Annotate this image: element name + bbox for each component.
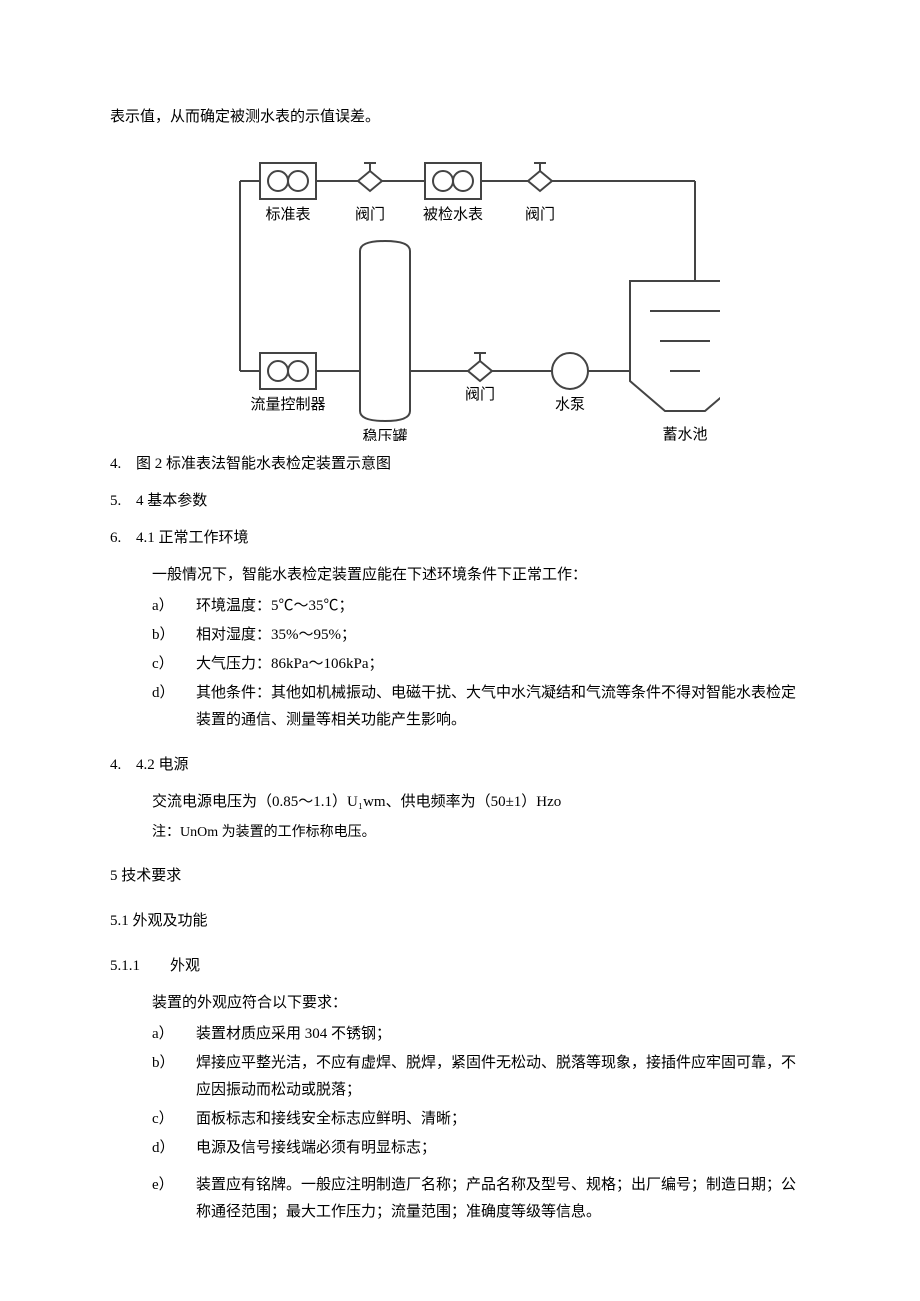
appearance-e-text: 装置应有铭牌。一般应注明制造厂名称；产品名称及型号、规格；出厂编号；制造日期；公… [196,1172,810,1226]
label-tested-meter: 被检水表 [423,206,483,223]
env-b: b） 相对湿度：35%～95%； [152,622,810,649]
appearance-a-marker: a） [152,1021,196,1048]
item-4: 4. 图 2 标准表法智能水表检定装置示意图 [110,451,810,478]
power-line: 交流电源电压为（0.85～1.1）U₁ᴡm、供电频率为（50±1）Hzo [152,789,810,816]
appearance-b-marker: b） [152,1050,196,1104]
label-pressure-tank: 稳压罐 [362,428,407,441]
appearance-sub-heading: 5.1.1 外观 [110,953,810,980]
env-a-marker: a） [152,593,196,620]
item-5-text: 4 基本参数 [136,488,207,515]
appearance-e: e） 装置应有铭牌。一般应注明制造厂名称；产品名称及型号、规格；出厂编号；制造日… [152,1172,810,1226]
appearance-c-marker: c） [152,1106,196,1133]
appearance-c-text: 面板标志和接线安全标志应鲜明、清晰； [196,1106,810,1133]
power-heading-text: 4.2 电源 [136,752,189,779]
item-5-num: 5. [110,488,136,515]
env-d-text: 其他条件：其他如机械振动、电磁干扰、大气中水汽凝结和气流等条件不得对智能水表检定… [196,680,810,734]
label-flow-controller: 流量控制器 [250,396,325,413]
power-note: 注：UnOm 为装置的工作标称电压。 [152,820,810,845]
tech-req-heading: 5 技术要求 [110,863,810,890]
env-a: a） 环境温度：5℃～35℃； [152,593,810,620]
appearance-c: c） 面板标志和接线安全标志应鲜明、清晰； [152,1106,810,1133]
appearance-a-text: 装置材质应采用 304 不锈钢； [196,1021,810,1048]
label-valve-3: 阀门 [465,386,495,403]
item-5: 5. 4 基本参数 [110,488,810,515]
item-6-num: 6. [110,525,136,552]
appearance-heading: 5.1 外观及功能 [110,908,810,935]
appearance-b-text: 焊接应平整光洁，不应有虚焊、脱焊，紧固件无松动、脱落等现象，接插件应牢固可靠，不… [196,1050,810,1104]
label-valve-2: 阀门 [525,206,555,223]
appearance-d: d） 电源及信号接线端必须有明显标志； [152,1135,810,1162]
appearance-e-marker: e） [152,1172,196,1226]
env-d: d） 其他条件：其他如机械振动、电磁干扰、大气中水汽凝结和气流等条件不得对智能水… [152,680,810,734]
env-a-text: 环境温度：5℃～35℃； [196,593,810,620]
env-b-text: 相对湿度：35%～95%； [196,622,810,649]
appearance-d-text: 电源及信号接线端必须有明显标志； [196,1135,810,1162]
env-b-marker: b） [152,622,196,649]
power-heading-num: 4. [110,752,136,779]
appearance-intro: 装置的外观应符合以下要求： [152,990,810,1017]
env-c-text: 大气压力：86kPa～106kPa； [196,651,810,678]
item-4-num: 4. [110,451,136,478]
label-reservoir: 蓄水池 [662,426,707,441]
power-heading: 4. 4.2 电源 [110,752,810,779]
env-d-marker: d） [152,680,196,734]
item-6-text: 4.1 正常工作环境 [136,525,249,552]
env-intro: 一般情况下，智能水表检定装置应能在下述环境条件下正常工作： [152,562,810,589]
env-c: c） 大气压力：86kPa～106kPa； [152,651,810,678]
label-pump: 水泵 [555,396,585,413]
env-c-marker: c） [152,651,196,678]
intro-text: 表示值，从而确定被测水表的示值误差。 [110,104,810,131]
appearance-a: a） 装置材质应采用 304 不锈钢； [152,1021,810,1048]
label-std-meter: 标准表 [265,206,310,223]
item-6: 6. 4.1 正常工作环境 [110,525,810,552]
appearance-d-marker: d） [152,1135,196,1162]
item-4-text: 图 2 标准表法智能水表检定装置示意图 [136,451,391,478]
label-valve-1: 阀门 [355,206,385,223]
appearance-b: b） 焊接应平整光洁，不应有虚焊、脱焊，紧固件无松动、脱落等现象，接插件应牢固可… [152,1050,810,1104]
schematic-diagram: 标准表 阀门 被检水表 阀门 流量控制器 稳压罐 阀门 水泵 蓄水池 [110,151,810,441]
